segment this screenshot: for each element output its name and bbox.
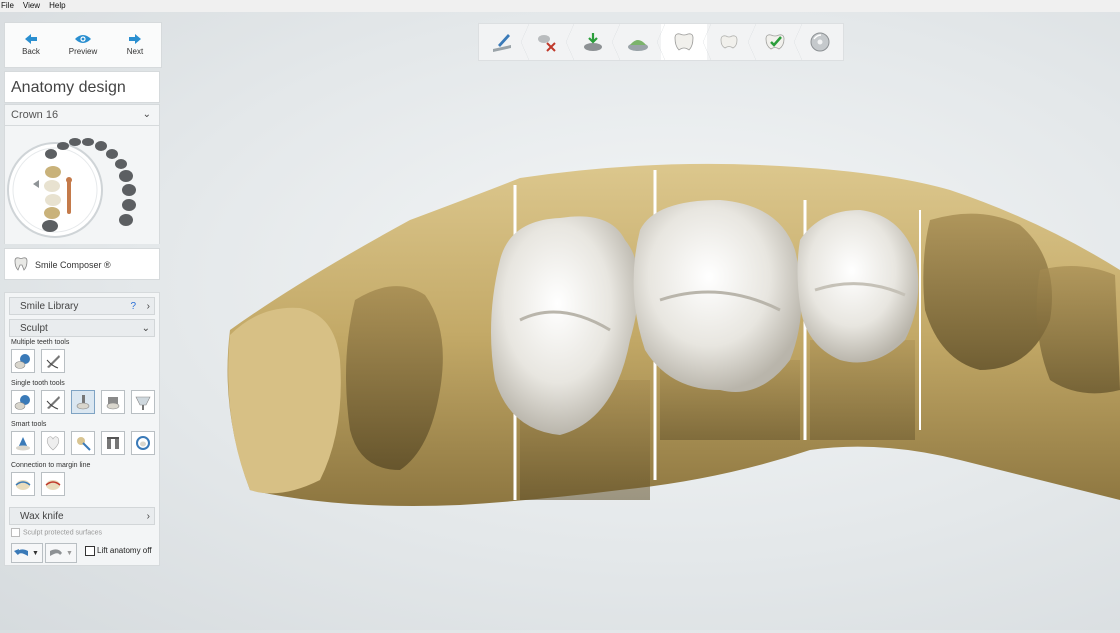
back-label: Back [22,47,40,56]
multi-sculpt-tool-button[interactable] [11,349,35,373]
sculpt-protected-checkbox[interactable]: Sculpt protected surfaces [11,528,102,537]
chevron-right-icon: › [146,511,150,522]
chevron-down-icon: ⌄ [141,323,150,334]
smile-composer-label: Smile Composer ® [35,260,111,270]
transform-tool-button[interactable] [71,390,95,414]
sculpt-protected-label: Sculpt protected surfaces [23,529,102,537]
step-scan-edit[interactable] [479,24,528,60]
scale-icon [106,397,120,410]
tools-panel: Smile Library ? › Sculpt ⌄ Multiple teet… [4,292,160,566]
single-knife-tool-button[interactable] [41,390,65,414]
next-label: Next [126,47,144,56]
page-title: Anatomy design [4,71,160,103]
connect-margin-button[interactable] [11,472,35,496]
smile-composer-button[interactable]: Smile Composer ® [4,248,160,280]
chevron-down-icon: ⌄ [142,109,151,120]
step-check[interactable] [752,24,801,60]
margin-disconnect-icon [45,480,61,490]
tooth-icon [720,35,738,49]
crown-icon [674,33,694,51]
transform-icon [76,395,90,410]
smooth-icon [135,396,151,410]
undo-button[interactable]: ▼ [11,543,43,563]
undo-icon [14,549,28,556]
checkbox-box[interactable] [11,528,20,537]
step-margin[interactable] [616,24,665,60]
adapt-icon [77,437,91,451]
scan-edit-icon [492,34,511,52]
sculpt-label: Sculpt [20,323,48,334]
redo-dropdown-icon[interactable]: ▼ [66,550,73,557]
step-crown-design[interactable] [661,24,710,60]
gap-icon [107,437,119,449]
smooth-tool-button[interactable] [131,390,155,414]
next-button[interactable]: Next [109,23,161,67]
multi-knife-tool-button[interactable] [41,349,65,373]
disc-icon [810,32,830,52]
lift-anatomy-label: Lift anatomy off [97,546,152,556]
eye-icon [75,35,91,43]
sculpt-row[interactable]: Sculpt ⌄ [9,319,155,337]
margin-icon [628,40,649,51]
smart-tools-label: Smart tools [11,421,47,428]
cut-icon [538,35,556,52]
smart-adapt-button[interactable] [71,431,95,455]
workflow-toolbar [478,23,844,61]
chevron-right-icon: › [146,301,150,312]
step-import-model[interactable] [570,24,619,60]
knife-icon [46,355,60,369]
navigation-panel: Back Preview Next [4,22,162,68]
multiple-teeth-label: Multiple teeth tools [11,339,70,346]
heart-tooth-icon [46,436,60,451]
crown-label: Crown 16 [11,109,59,121]
dental-model-render [227,163,1120,507]
single-sculpt-tool-button[interactable] [11,390,35,414]
connection-label: Connection to margin line [11,462,91,469]
disconnect-margin-button[interactable] [41,472,65,496]
help-link[interactable]: ? [130,298,136,315]
rotate-icon [136,436,150,450]
lift-anatomy-checkbox[interactable]: Lift anatomy off [85,546,152,556]
step-tooth[interactable] [707,24,756,60]
step-cut[interactable] [525,24,574,60]
preview-button[interactable]: Preview [57,23,109,67]
redo-button[interactable]: ▼ [45,543,77,563]
3d-viewport[interactable] [160,60,1120,630]
model-import-icon [583,33,602,51]
preview-label: Preview [68,47,98,56]
smile-library-label: Smile Library [20,301,79,312]
single-tooth-label: Single tooth tools [11,380,65,387]
arrow-left-icon [25,34,37,44]
smart-sculpt-icon [16,437,30,451]
menu-file[interactable]: File [1,0,14,12]
knife-icon [46,396,60,410]
menu-help[interactable]: Help [49,0,65,12]
smart-contact-button[interactable] [41,431,65,455]
wax-knife-row[interactable]: Wax knife › [9,507,155,525]
sculpt-tool-icon [14,395,30,410]
wax-knife-label: Wax knife [20,511,64,522]
arrow-right-icon [129,34,141,44]
smile-library-row[interactable]: Smile Library ? › [9,297,155,315]
tooth-map [4,126,160,244]
tooth-chart-graphic [7,138,136,238]
step-export[interactable] [798,24,844,60]
redo-icon [50,549,62,556]
smart-gap-button[interactable] [101,431,125,455]
scale-tool-button[interactable] [101,390,125,414]
menu-bar: File View Help [0,0,1120,12]
undo-dropdown-icon[interactable]: ▼ [32,550,39,557]
check-icon [765,34,785,50]
margin-connect-icon [15,480,31,490]
menu-view[interactable]: View [23,0,40,12]
smart-sculpt-button[interactable] [11,431,35,455]
smart-rotate-button[interactable] [131,431,155,455]
crown-selector[interactable]: Crown 16 ⌄ [4,104,160,126]
checkbox-box[interactable] [85,546,95,556]
tooth-icon [14,257,28,271]
sculpt-tool-icon [14,354,30,369]
back-button[interactable]: Back [5,23,57,67]
